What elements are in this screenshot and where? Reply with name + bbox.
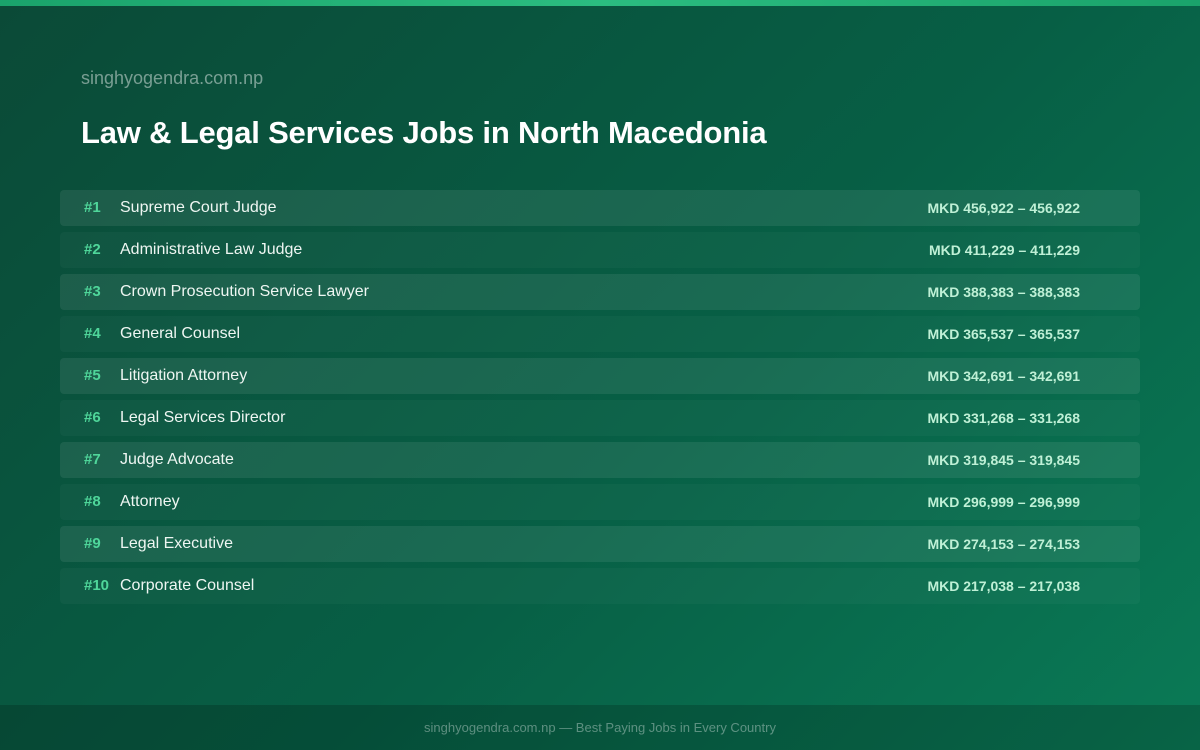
job-title: Legal Services Director (120, 409, 286, 426)
footer: singhyogendra.com.np — Best Paying Jobs … (0, 705, 1200, 750)
salary-range: MKD 217,038 – 217,038 (927, 578, 1080, 594)
list-item: #6 Legal Services Director MKD 331,268 –… (60, 400, 1140, 436)
site-name: singhyogendra.com.np (81, 68, 264, 88)
rank-label: #3 (84, 283, 101, 300)
rank-label: #1 (84, 199, 101, 216)
job-title: Administrative Law Judge (120, 241, 303, 258)
job-title: Corporate Counsel (120, 577, 255, 594)
salary-range: MKD 331,268 – 331,268 (927, 410, 1080, 426)
salary-range: MKD 296,999 – 296,999 (927, 494, 1080, 510)
job-title: General Counsel (120, 325, 241, 342)
jobs-list: #1 Supreme Court Judge MKD 456,922 – 456… (60, 190, 1140, 610)
salary-range: MKD 319,845 – 319,845 (927, 452, 1080, 468)
rank-label: #8 (84, 493, 101, 510)
page-title: Law & Legal Services Jobs in North Maced… (81, 115, 767, 150)
rank-label: #6 (84, 409, 101, 426)
salary-range: MKD 411,229 – 411,229 (928, 242, 1080, 258)
list-item: #9 Legal Executive MKD 274,153 – 274,153 (60, 526, 1140, 562)
rank-label: #10 (84, 577, 110, 594)
footer-text: singhyogendra.com.np — Best Paying Jobs … (424, 720, 776, 735)
list-item: #3 Crown Prosecution Service Lawyer MKD … (60, 274, 1140, 310)
rank-label: #9 (84, 535, 101, 552)
salary-range: MKD 274,153 – 274,153 (927, 536, 1080, 552)
list-item: #4 General Counsel MKD 365,537 – 365,537 (60, 316, 1140, 352)
rank-label: #2 (84, 241, 101, 258)
list-item: #8 Attorney MKD 296,999 – 296,999 (60, 484, 1140, 520)
job-title: Judge Advocate (120, 451, 234, 468)
salary-range: MKD 388,383 – 388,383 (927, 284, 1080, 300)
job-title: Attorney (120, 493, 180, 510)
salary-range: MKD 365,537 – 365,537 (927, 326, 1080, 342)
list-item: #10 Corporate Counsel MKD 217,038 – 217,… (60, 568, 1140, 604)
rank-label: #4 (84, 325, 101, 342)
list-item: #2 Administrative Law Judge MKD 411,229 … (60, 232, 1140, 268)
list-item: #1 Supreme Court Judge MKD 456,922 – 456… (60, 190, 1140, 226)
job-title: Supreme Court Judge (120, 199, 277, 216)
rank-label: #7 (84, 451, 101, 468)
salary-range: MKD 342,691 – 342,691 (927, 368, 1080, 384)
top-accent-bar (0, 0, 1200, 6)
job-title: Legal Executive (120, 535, 233, 552)
list-item: #7 Judge Advocate MKD 319,845 – 319,845 (60, 442, 1140, 478)
salary-range: MKD 456,922 – 456,922 (927, 200, 1080, 216)
list-item: #5 Litigation Attorney MKD 342,691 – 342… (60, 358, 1140, 394)
rank-label: #5 (84, 367, 101, 384)
job-title: Litigation Attorney (120, 367, 248, 384)
job-title: Crown Prosecution Service Lawyer (120, 283, 369, 300)
